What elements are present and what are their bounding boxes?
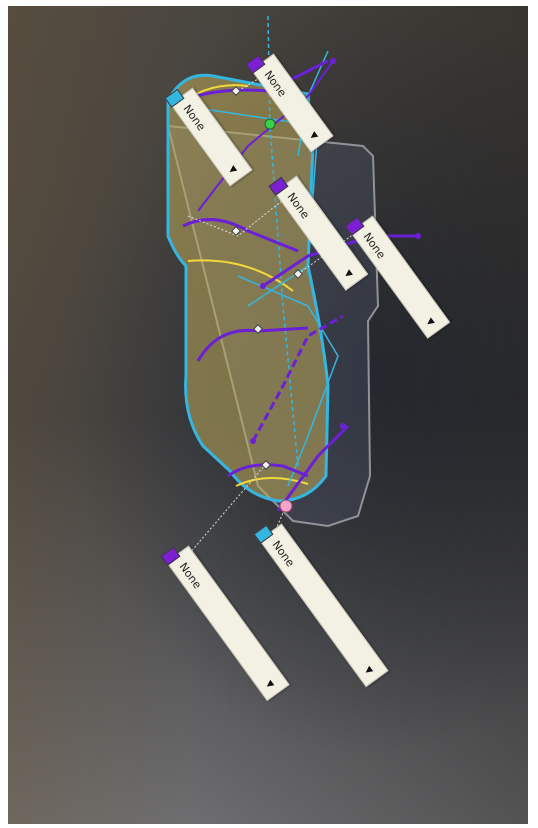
chevron-down-icon: ▼ xyxy=(362,665,375,677)
3d-viewport[interactable]: None ▼ None ▼ None ▼ None ▼ None ▼ None … xyxy=(8,6,528,824)
chevron-down-icon: ▼ xyxy=(341,268,355,280)
pink-pivot-point[interactable] xyxy=(279,499,293,513)
chevron-down-icon: ▼ xyxy=(423,316,436,329)
purple-node-5[interactable] xyxy=(330,58,336,64)
chevron-down-icon: ▼ xyxy=(226,164,239,176)
purple-node-3[interactable] xyxy=(250,438,256,444)
purple-node-1[interactable] xyxy=(415,233,421,239)
chevron-down-icon: ▼ xyxy=(263,678,276,691)
purple-node-2[interactable] xyxy=(340,423,346,429)
green-pivot-point[interactable] xyxy=(264,118,276,130)
purple-node-4[interactable] xyxy=(260,283,266,289)
surface-model[interactable] xyxy=(8,6,528,824)
chevron-down-icon: ▼ xyxy=(307,130,320,142)
